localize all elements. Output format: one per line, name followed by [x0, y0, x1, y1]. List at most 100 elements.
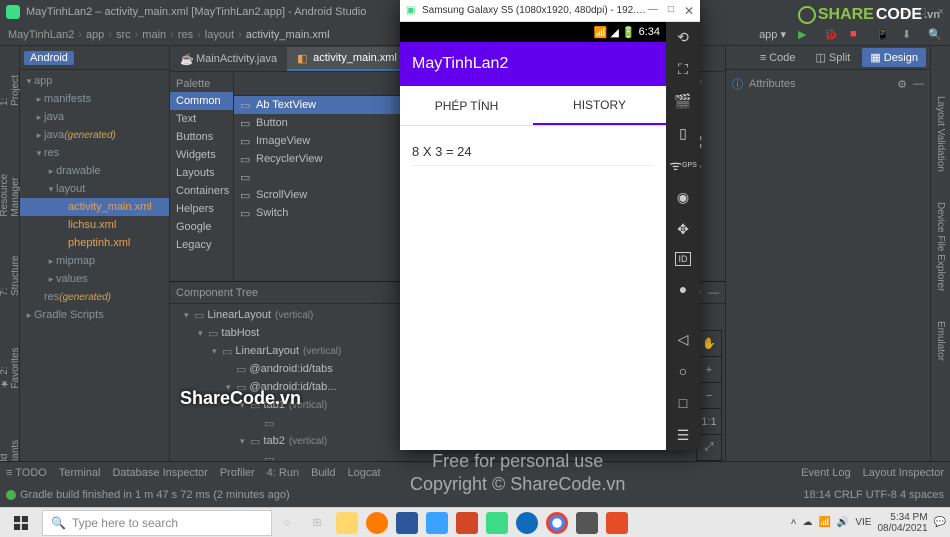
back-button[interactable]: ◁ [674, 330, 692, 348]
zoom-in[interactable]: + [697, 357, 721, 383]
start-button[interactable] [4, 510, 38, 536]
move-icon[interactable]: ✥ [674, 220, 692, 238]
crumb[interactable]: activity_main.xml [246, 29, 330, 41]
tool-layout-validation[interactable]: Layout Validation [935, 96, 946, 172]
zoom-reset[interactable]: 1:1 [697, 409, 721, 435]
tool-project[interactable]: 1: Project [0, 66, 21, 106]
crumb[interactable]: app [86, 29, 104, 41]
pan-tool[interactable]: ✋ [697, 331, 721, 357]
crumb[interactable]: layout [205, 29, 234, 41]
layout-inspector-tab[interactable]: Layout Inspector [863, 467, 944, 479]
palette-category[interactable]: Helpers [170, 200, 233, 218]
search-icon[interactable]: 🔍 [928, 28, 942, 42]
tree-node[interactable]: ▸manifests [20, 90, 169, 108]
debug-icon[interactable]: 🐞 [824, 28, 838, 42]
onedrive-icon[interactable]: ☁ [802, 517, 812, 528]
rotate-icon[interactable]: ⟲ [674, 28, 692, 46]
system-tray[interactable]: ˄ ☁ 📶 🔊 VIE 5:34 PM 08/04/2021 💬 [791, 512, 946, 534]
taskbar-search[interactable]: 🔍 Type here to search [42, 510, 272, 536]
tool-resource-manager[interactable]: Resource Manager [0, 136, 21, 217]
zoom-out[interactable]: − [697, 383, 721, 409]
palette-category[interactable]: Common [170, 92, 233, 110]
tree-node[interactable]: ▾layout [20, 180, 169, 198]
emulator-min-button[interactable]: — [648, 4, 658, 18]
todo-tab[interactable]: ≡ TODO [6, 467, 47, 479]
tree-node[interactable]: ▸Gradle Scripts [20, 306, 169, 324]
record-icon[interactable]: ◉ [674, 188, 692, 206]
crumb[interactable]: MayTinhLan2 [8, 29, 74, 41]
tree-node[interactable]: ▸drawable [20, 162, 169, 180]
tab-main-activity[interactable]: ☕MainActivity.java [170, 47, 287, 71]
tree-node[interactable]: pheptinh.xml [20, 234, 169, 252]
event-log-tab[interactable]: Event Log [801, 467, 851, 479]
view-code-tab[interactable]: ≡Code [752, 48, 804, 67]
cortana-icon[interactable]: ○ [276, 512, 298, 534]
taskview-icon[interactable]: ⊞ [306, 512, 328, 534]
tree-node[interactable]: res (generated) [20, 288, 169, 306]
run-icon[interactable]: ▶ [798, 28, 812, 42]
build-tab[interactable]: Build [311, 467, 335, 479]
crumb[interactable]: main [142, 29, 166, 41]
palette-category[interactable]: Layouts [170, 164, 233, 182]
tree-node[interactable]: ▸mipmap [20, 252, 169, 270]
palette-category[interactable]: Text [170, 110, 233, 128]
tab-activity-main[interactable]: ◧activity_main.xml [287, 47, 407, 71]
tree-node[interactable]: ▾res [20, 144, 169, 162]
tool-emulator[interactable]: Emulator [935, 321, 946, 361]
store-icon[interactable] [426, 512, 448, 534]
crumb[interactable]: res [178, 29, 193, 41]
tree-node[interactable]: ▸java [20, 108, 169, 126]
palette-category[interactable]: Google [170, 218, 233, 236]
tree-node[interactable]: ▸java (generated) [20, 126, 169, 144]
project-tree[interactable]: ▾app▸manifests▸java▸java (generated)▾res… [20, 70, 169, 476]
notifications-icon[interactable]: 💬 [934, 517, 946, 528]
stop-icon[interactable]: ■ [850, 28, 864, 42]
explorer-icon[interactable] [336, 512, 358, 534]
home-button[interactable]: ○ [674, 362, 692, 380]
chrome-icon[interactable] [546, 512, 568, 534]
emulator-max-button[interactable]: □ [668, 4, 674, 18]
phone-icon[interactable]: ▯ [674, 124, 692, 142]
view-design-tab[interactable]: ▦Design [862, 48, 926, 67]
avd-icon[interactable]: 📱 [876, 28, 890, 42]
palette-category[interactable]: Buttons [170, 128, 233, 146]
gear-icon[interactable]: ⚙ [897, 78, 907, 91]
overview-button[interactable]: □ [674, 394, 692, 412]
emulator-screen[interactable]: 📶 ◢ 🔋 6:34 MayTinhLan2 PHÉP TÍNH HISTORY… [400, 22, 666, 450]
tab-history[interactable]: HISTORY [533, 86, 666, 125]
ppt-icon[interactable] [456, 512, 478, 534]
sdk-icon[interactable]: ⬇ [902, 28, 916, 42]
palette-category[interactable]: Legacy [170, 236, 233, 254]
logcat-tab[interactable]: Logcat [348, 467, 381, 479]
record2-icon[interactable]: ● [674, 280, 692, 298]
run-tab[interactable]: 4: Run [267, 467, 299, 479]
camera-icon[interactable]: 🎬 [674, 92, 692, 110]
minimize-icon[interactable]: — [913, 78, 924, 90]
project-view-selector[interactable]: Android [24, 51, 74, 65]
firefox-icon[interactable] [366, 512, 388, 534]
id-icon[interactable]: ID [675, 252, 691, 266]
word-icon[interactable] [396, 512, 418, 534]
tab-pheptinh[interactable]: PHÉP TÍNH [400, 86, 533, 125]
zoom-fit[interactable]: ⤢ [697, 435, 721, 461]
db-inspector-tab[interactable]: Database Inspector [112, 467, 207, 479]
edge-icon[interactable] [516, 512, 538, 534]
fullscreen-icon[interactable]: ⛶ [674, 60, 692, 78]
taskbar-clock[interactable]: 5:34 PM 08/04/2021 [877, 512, 927, 534]
tool-favorites[interactable]: ★ 2: Favorites [0, 326, 21, 389]
tree-node[interactable]: ▸values [20, 270, 169, 288]
tool-device-file-explorer[interactable]: Device File Explorer [935, 202, 946, 291]
tray-up-icon[interactable]: ˄ [791, 517, 797, 528]
android-studio-taskbar-icon[interactable] [486, 512, 508, 534]
app-content[interactable]: 8 X 3 = 24 [400, 126, 666, 450]
emulator-window[interactable]: ▣ Samsung Galaxy S5 (1080x1920, 480dpi) … [400, 0, 700, 450]
tree-node[interactable]: ▾app [20, 72, 169, 90]
run-config-selector[interactable]: app ▾ [759, 28, 786, 42]
view-split-tab[interactable]: ◫Split [808, 48, 859, 67]
language-indicator[interactable]: VIE [855, 517, 871, 528]
profiler-tab[interactable]: Profiler [220, 467, 255, 479]
emulator-close-button[interactable]: ✕ [684, 4, 694, 18]
terminal-tab[interactable]: Terminal [59, 467, 101, 479]
tree-node[interactable]: activity_main.xml [20, 198, 169, 216]
palette-category[interactable]: Widgets [170, 146, 233, 164]
